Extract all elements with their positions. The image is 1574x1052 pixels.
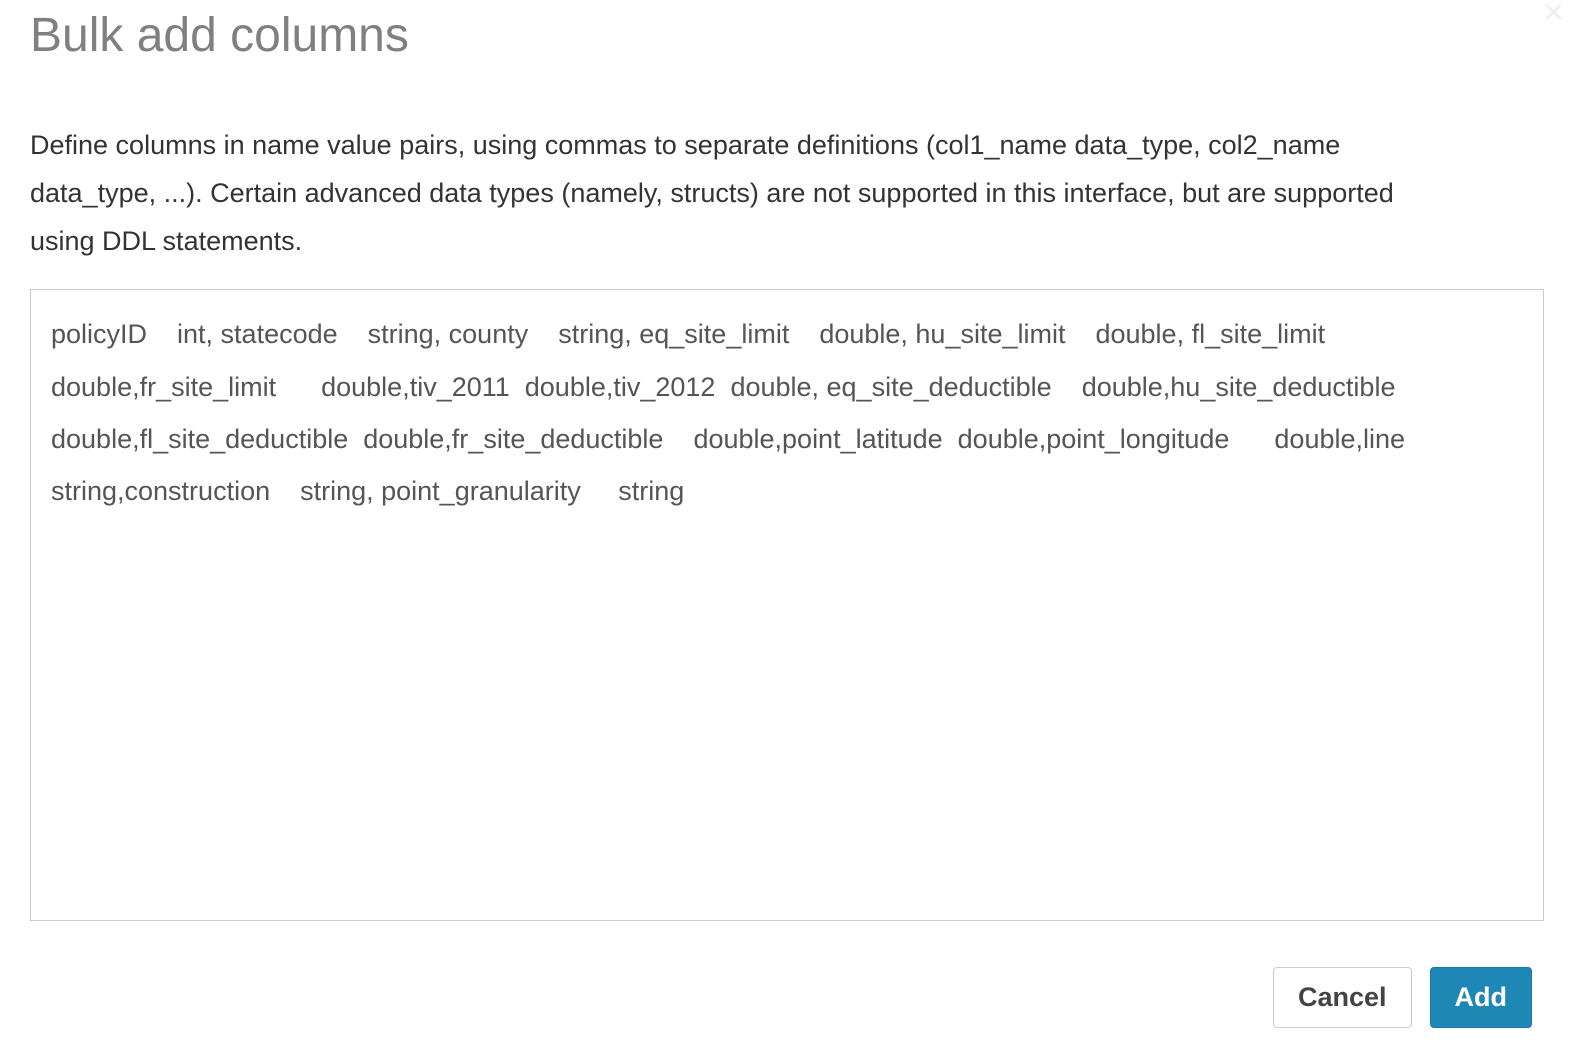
add-button[interactable]: Add	[1430, 967, 1532, 1028]
close-icon[interactable]: ×	[1543, 0, 1564, 30]
columns-textarea[interactable]	[30, 289, 1544, 921]
bulk-add-columns-dialog: × Bulk add columns Define columns in nam…	[0, 0, 1574, 926]
dialog-description: Define columns in name value pairs, usin…	[30, 93, 1410, 289]
dialog-title: Bulk add columns	[30, 0, 1544, 93]
cancel-button[interactable]: Cancel	[1273, 967, 1412, 1028]
columns-textarea-wrap	[30, 289, 1544, 926]
dialog-footer: Cancel Add	[1273, 967, 1532, 1028]
